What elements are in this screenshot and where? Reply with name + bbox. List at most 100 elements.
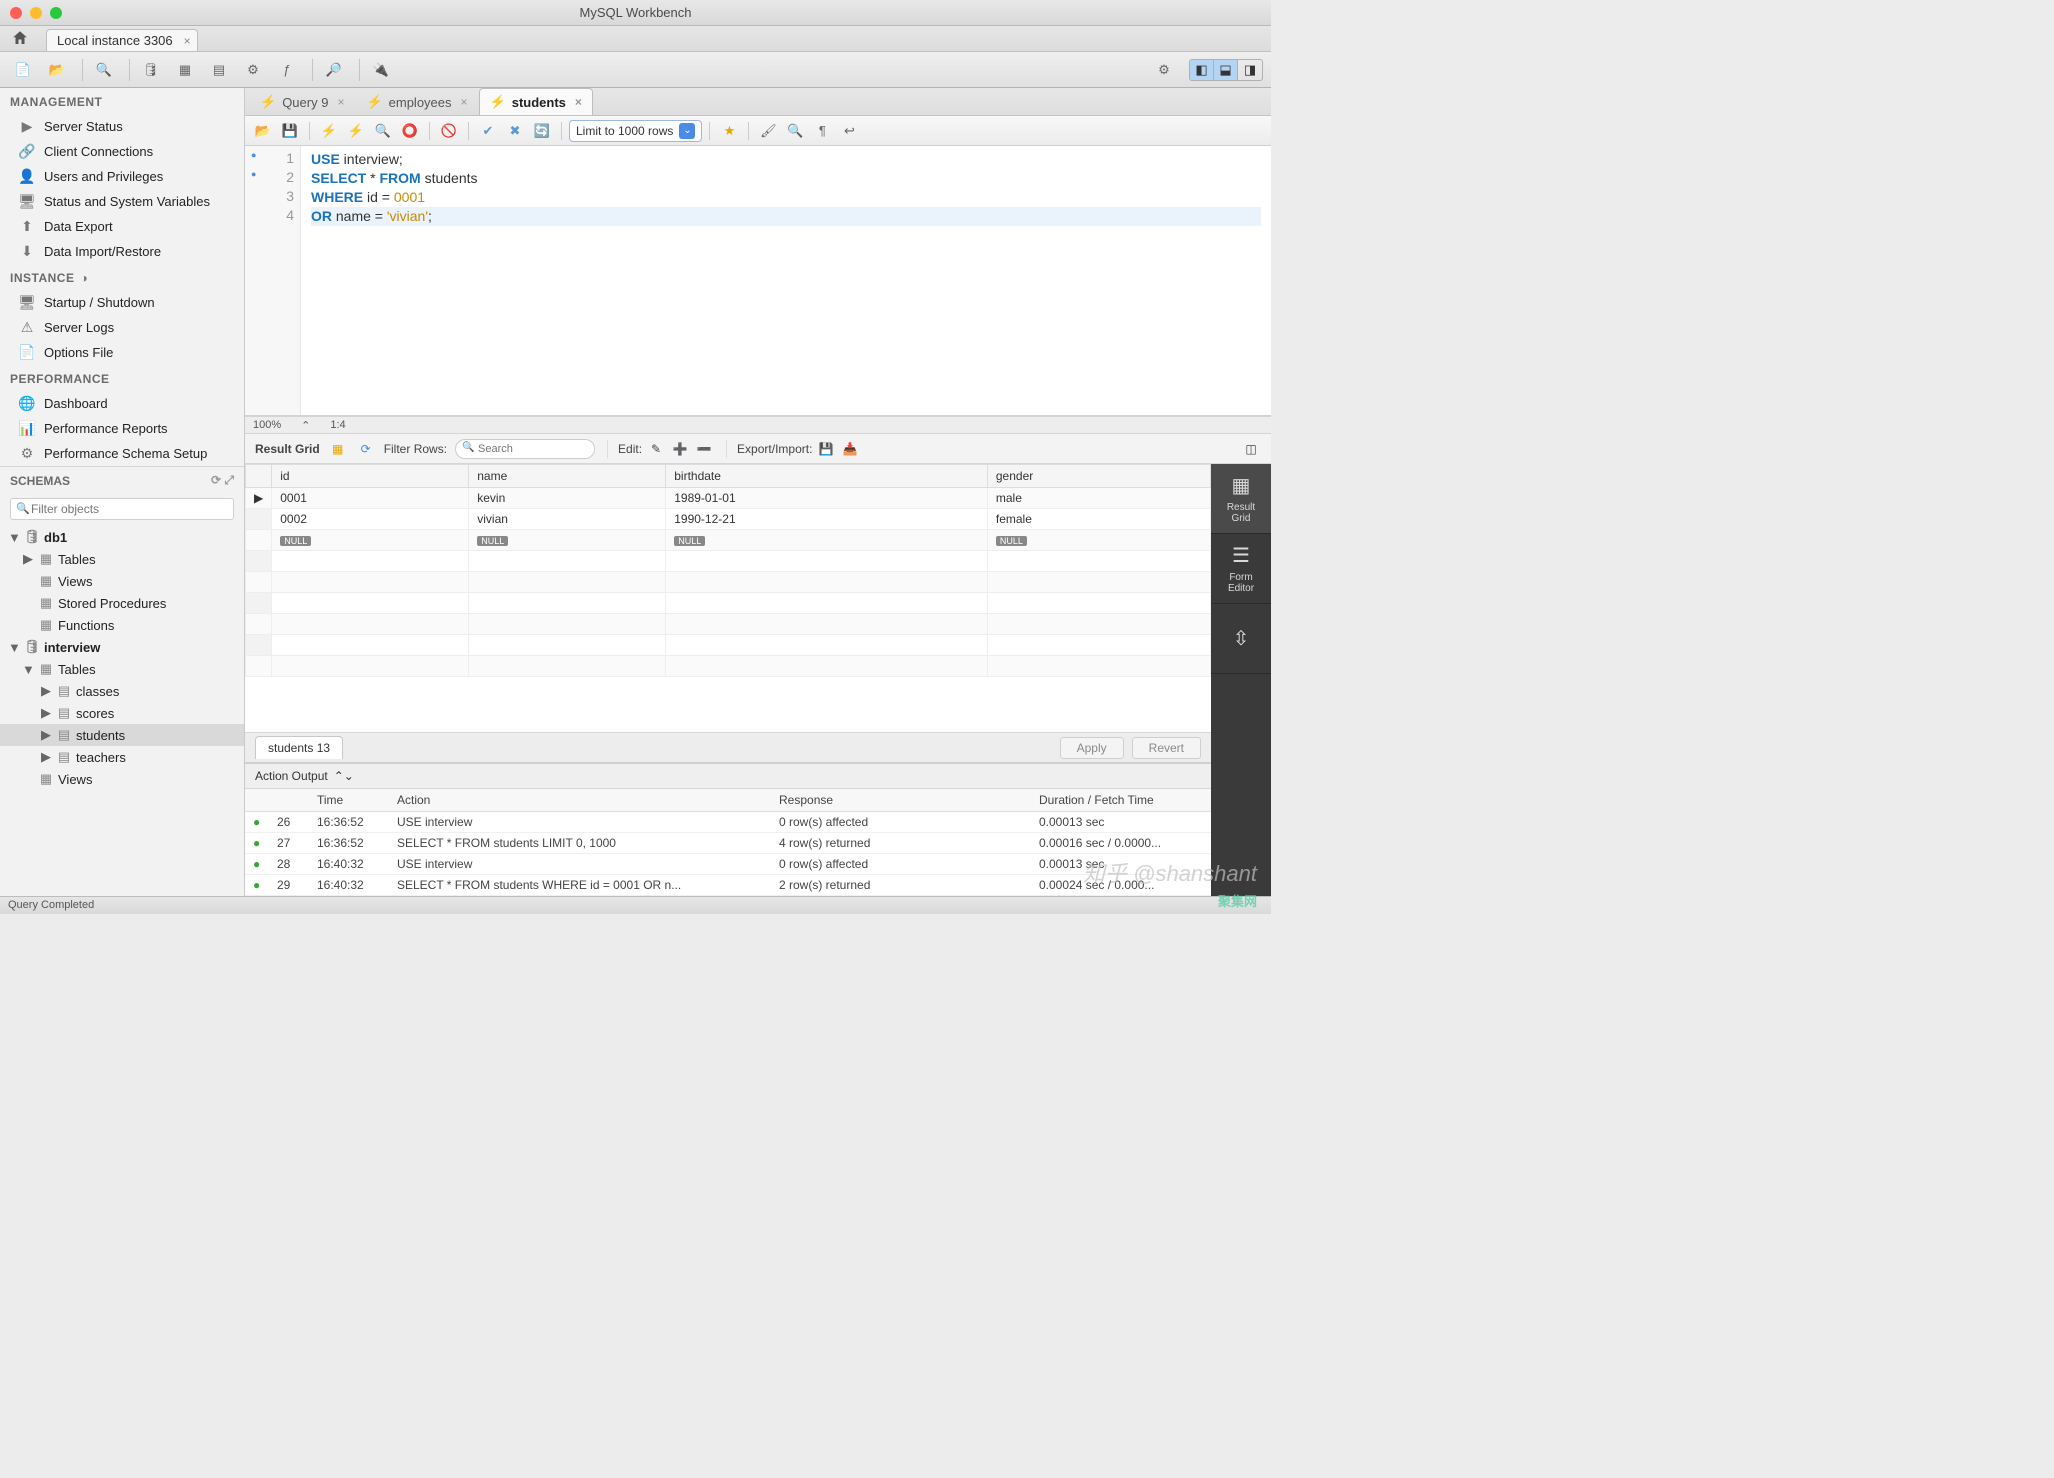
- schema-tools[interactable]: ⟳ ⤢: [211, 473, 234, 488]
- beautify-icon[interactable]: 🖌: [756, 120, 780, 142]
- output-chevron-icon[interactable]: ⌃⌄: [334, 769, 354, 783]
- reconnect-icon[interactable]: 🔌: [366, 57, 396, 83]
- open-sql-file-icon[interactable]: 📂: [42, 57, 72, 83]
- row-limit-select[interactable]: Limit to 1000 rows ⌄: [569, 120, 702, 142]
- search-icon[interactable]: 🔎: [319, 57, 349, 83]
- interview-views[interactable]: ▦Views: [0, 768, 244, 790]
- filter-objects-input[interactable]: [10, 498, 234, 520]
- col-header[interactable]: gender: [987, 465, 1210, 488]
- close-icon[interactable]: ×: [575, 95, 582, 109]
- db1-tables[interactable]: ▶▦Tables: [0, 548, 244, 570]
- filter-rows-input[interactable]: [455, 439, 595, 459]
- close-icon[interactable]: ×: [184, 34, 191, 48]
- output-row[interactable]: ●2816:40:32USE interview0 row(s) affecte…: [245, 854, 1211, 875]
- stop-icon[interactable]: ⭕: [398, 120, 422, 142]
- editor-tab[interactable]: ⚡Query 9×: [249, 88, 355, 115]
- form-editor-pane[interactable]: ☰ Form Editor: [1211, 534, 1271, 604]
- db1-fn[interactable]: ▦Functions: [0, 614, 244, 636]
- result-grid[interactable]: idnamebirthdategender▶0001kevin1989-01-0…: [245, 464, 1211, 733]
- toggle-nocommit-icon[interactable]: 🚫: [437, 120, 461, 142]
- delete-row-icon[interactable]: ➖: [694, 440, 714, 458]
- close-window[interactable]: [10, 7, 22, 19]
- connection-tab[interactable]: Local instance 3306 ×: [46, 29, 198, 51]
- save-icon[interactable]: 💾: [278, 120, 302, 142]
- find-icon[interactable]: 🔍: [783, 120, 807, 142]
- nav-item[interactable]: 📄Options File: [0, 340, 244, 365]
- add-row-icon[interactable]: ➕: [670, 440, 690, 458]
- db1-views[interactable]: ▦Views: [0, 570, 244, 592]
- wrap-icon[interactable]: ↩: [837, 120, 861, 142]
- apply-button[interactable]: Apply: [1060, 737, 1124, 759]
- explain-icon[interactable]: 🔍: [371, 120, 395, 142]
- inspector-icon[interactable]: 🔍: [89, 57, 119, 83]
- null-row[interactable]: NULLNULLNULLNULL: [246, 530, 1211, 551]
- commit-icon[interactable]: ✔: [476, 120, 500, 142]
- zoom-level[interactable]: 100%: [253, 419, 281, 431]
- add-view-icon[interactable]: ▤: [204, 57, 234, 83]
- refresh-icon[interactable]: ⟳: [356, 440, 376, 458]
- nav-item[interactable]: 📊Performance Reports: [0, 416, 244, 441]
- table-students[interactable]: ▶▤students: [0, 724, 244, 746]
- interview-tables[interactable]: ▼▦Tables: [0, 658, 244, 680]
- autocommit-icon[interactable]: 🔄: [530, 120, 554, 142]
- wrap-cell-icon[interactable]: ◫: [1241, 440, 1261, 458]
- close-icon[interactable]: ×: [337, 95, 344, 109]
- table-scores[interactable]: ▶▤scores: [0, 702, 244, 724]
- edit-row-icon[interactable]: ✎: [646, 440, 666, 458]
- nav-item[interactable]: 🖥Status and System Variables: [0, 189, 244, 214]
- import-icon[interactable]: 📥: [840, 440, 860, 458]
- db-db1[interactable]: ▼🛢db1: [0, 526, 244, 548]
- rollback-icon[interactable]: ✖: [503, 120, 527, 142]
- toggle-secondary[interactable]: ◨: [1238, 60, 1262, 80]
- toggle-output[interactable]: ⬓: [1214, 60, 1238, 80]
- new-sql-tab-icon[interactable]: 📄: [8, 57, 38, 83]
- home-button[interactable]: [0, 25, 40, 51]
- output-row[interactable]: ●2716:36:52SELECT * FROM students LIMIT …: [245, 833, 1211, 854]
- result-tab[interactable]: students 13: [255, 736, 343, 759]
- nav-item[interactable]: ▶Server Status: [0, 114, 244, 139]
- nav-item[interactable]: 👤Users and Privileges: [0, 164, 244, 189]
- toggle-sidebar[interactable]: ◧: [1190, 60, 1214, 80]
- action-output[interactable]: TimeActionResponseDuration / Fetch Time●…: [245, 789, 1211, 896]
- output-row[interactable]: ●2616:36:52USE interview0 row(s) affecte…: [245, 812, 1211, 833]
- nav-item[interactable]: ⬆Data Export: [0, 214, 244, 239]
- nav-item[interactable]: ⚙Performance Schema Setup: [0, 441, 244, 466]
- revert-button[interactable]: Revert: [1132, 737, 1201, 759]
- show-invisible-icon[interactable]: ¶: [810, 120, 834, 142]
- db-interview[interactable]: ▼🛢interview: [0, 636, 244, 658]
- table-row[interactable]: 0002vivian1990-12-21female: [246, 509, 1211, 530]
- open-icon[interactable]: 📂: [251, 120, 275, 142]
- table-teachers[interactable]: ▶▤teachers: [0, 746, 244, 768]
- col-header[interactable]: name: [469, 465, 666, 488]
- minimize-window[interactable]: [30, 7, 42, 19]
- sql-editor[interactable]: 1234 USE interview;SELECT * FROM student…: [245, 146, 1271, 416]
- execute-current-icon[interactable]: ⚡: [344, 120, 368, 142]
- export-icon[interactable]: 💾: [816, 440, 836, 458]
- output-row[interactable]: ●2916:40:32SELECT * FROM students WHERE …: [245, 875, 1211, 896]
- result-grid-pane[interactable]: ▦ Result Grid: [1211, 464, 1271, 534]
- col-header[interactable]: id: [272, 465, 469, 488]
- gear-icon[interactable]: ⚙: [1149, 57, 1179, 83]
- add-fn-icon[interactable]: ƒ: [272, 57, 302, 83]
- favorite-icon[interactable]: ★: [717, 120, 741, 142]
- maximize-window[interactable]: [50, 7, 62, 19]
- chevron-down-icon: ⌄: [679, 123, 695, 139]
- db1-sp[interactable]: ▦Stored Procedures: [0, 592, 244, 614]
- add-table-icon[interactable]: ▦: [170, 57, 200, 83]
- nav-item[interactable]: ⚠Server Logs: [0, 315, 244, 340]
- nav-item[interactable]: 🌐Dashboard: [0, 391, 244, 416]
- editor-tab[interactable]: ⚡employees×: [355, 88, 478, 115]
- nav-item[interactable]: 🖥Startup / Shutdown: [0, 290, 244, 315]
- grid-view-icon[interactable]: ▦: [328, 440, 348, 458]
- execute-icon[interactable]: ⚡: [317, 120, 341, 142]
- nav-item[interactable]: 🔗Client Connections: [0, 139, 244, 164]
- col-header[interactable]: birthdate: [666, 465, 988, 488]
- table-classes[interactable]: ▶▤classes: [0, 680, 244, 702]
- editor-tab[interactable]: ⚡students×: [479, 88, 593, 115]
- table-row[interactable]: ▶0001kevin1989-01-01male: [246, 488, 1211, 509]
- nav-pane[interactable]: ⇳: [1211, 604, 1271, 674]
- add-sp-icon[interactable]: ⚙: [238, 57, 268, 83]
- close-icon[interactable]: ×: [461, 95, 468, 109]
- add-schema-icon[interactable]: 🛢: [136, 57, 166, 83]
- nav-item[interactable]: ⬇Data Import/Restore: [0, 239, 244, 264]
